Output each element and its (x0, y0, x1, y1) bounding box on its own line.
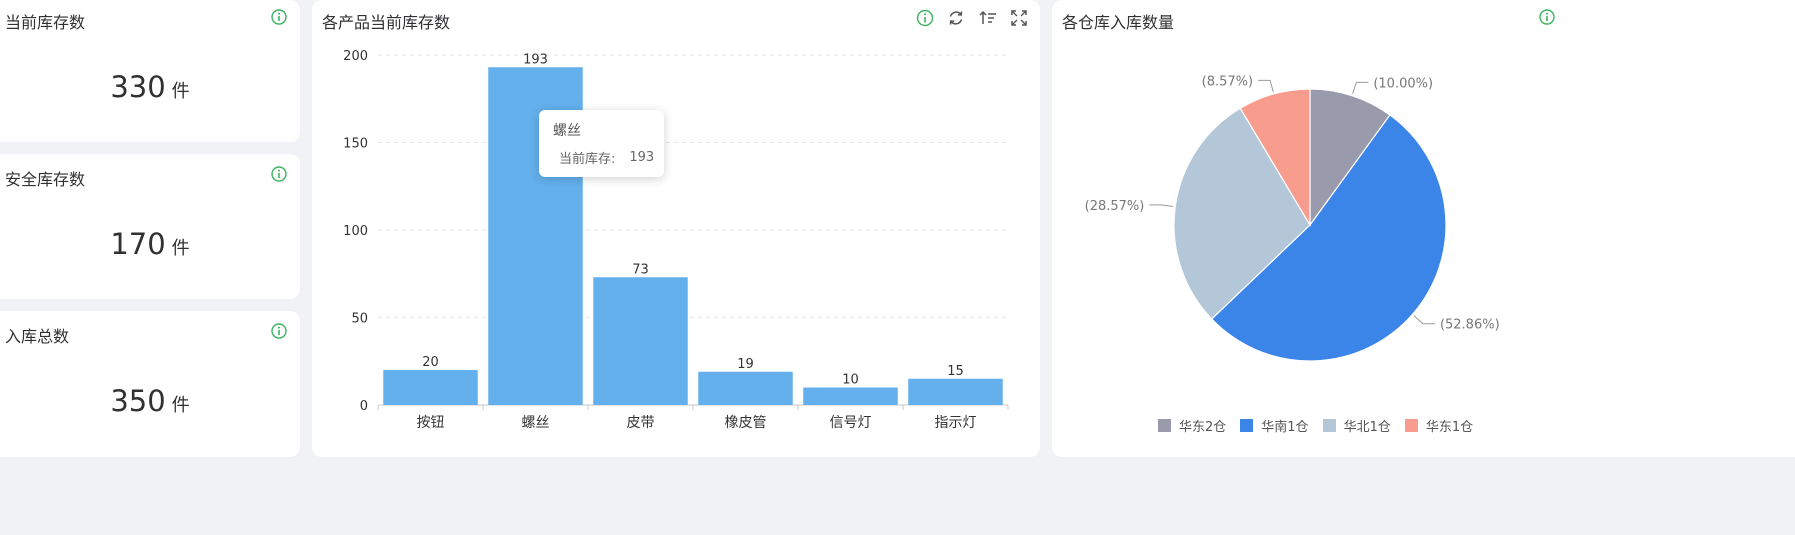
fullscreen-icon[interactable] (1009, 8, 1029, 28)
bar-chart: 0 50 100 150 200 20 按钮 193 螺丝 73 皮带 19 橡皮管 10 信号灯 15 指示灯 (343, 49, 1009, 431)
pie-label-line (1352, 81, 1369, 94)
bar-data-label: 193 (523, 52, 548, 67)
x-tick-label: 螺丝 (522, 415, 550, 431)
bar (383, 370, 478, 405)
legend-item[interactable]: 华东1仓 (1404, 416, 1474, 435)
stat-unit: 件 (171, 238, 190, 259)
bar-data-label: 19 (737, 357, 754, 372)
sort-icon[interactable] (978, 8, 998, 28)
legend-swatch (1404, 419, 1418, 432)
pie-chart: (10.00%) (52.86%) (28.57%) (8.57%) (1085, 74, 1500, 362)
stat-value: 170 件 (0, 227, 300, 261)
bar-tooltip: 螺丝 当前库存: 193 (539, 110, 664, 177)
y-tick-label: 50 (351, 312, 368, 327)
x-tick-label: 按钮 (417, 415, 445, 431)
legend-label: 华北1仓 (1343, 420, 1391, 435)
legend-label: 华东1仓 (1425, 420, 1474, 435)
bar-chart-panel: 各产品当前库存数 0 50 100 150 200 20 按钮 193 螺丝 73 皮带 19 橡皮管 1… (312, 0, 1040, 457)
bar (908, 378, 1003, 405)
pie-slice-label: (8.57%) (1202, 74, 1253, 89)
refresh-icon[interactable] (946, 8, 966, 28)
stat-unit: 件 (171, 81, 190, 102)
stat-number: 330 (110, 70, 166, 104)
stat-card-title: 安全库存数 (5, 170, 86, 189)
x-tick-label: 皮带 (627, 415, 655, 431)
tooltip-series-label: 当前库存: (559, 152, 616, 167)
pie-slice-label: (52.86%) (1440, 318, 1500, 333)
pie-label-line (1149, 204, 1174, 207)
x-tick-label: 信号灯 (830, 415, 872, 431)
bar-data-label: 10 (842, 373, 859, 388)
y-tick-label: 150 (343, 137, 368, 152)
legend-swatch (1158, 419, 1171, 432)
x-tick-label: 指示灯 (935, 415, 977, 431)
stat-card-title: 入库总数 (5, 327, 70, 346)
legend-swatch (1240, 419, 1254, 432)
y-tick-label: 200 (343, 49, 368, 64)
info-icon[interactable] (270, 8, 288, 26)
stat-card-safety-stock: 安全库存数 170 件 (0, 154, 300, 299)
info-icon[interactable] (270, 322, 288, 340)
stat-card-inbound-total: 入库总数 350 件 (0, 311, 300, 457)
bar-data-label: 73 (632, 262, 649, 277)
tooltip-row: 当前库存: 193 (553, 148, 654, 167)
y-tick-label: 0 (360, 399, 368, 414)
stat-value: 350 件 (0, 384, 300, 418)
pie-chart-panel: 各仓库入库数量 (10.00%) (52.86%) (28.57%) (8.57%) … (1052, 0, 1795, 457)
pie-label-line (1258, 79, 1274, 93)
legend-label: 华东2仓 (1179, 420, 1227, 435)
tooltip-category: 螺丝 (553, 123, 581, 139)
bar (803, 387, 898, 405)
stat-value: 330 件 (0, 70, 300, 104)
stat-number: 350 (110, 384, 166, 418)
tooltip-value: 193 (629, 150, 655, 165)
legend-item[interactable]: 华东2仓 (1158, 416, 1226, 435)
info-icon[interactable] (270, 165, 288, 183)
bar (698, 371, 793, 405)
legend-swatch (1322, 419, 1336, 432)
legend-label: 华南1仓 (1261, 420, 1309, 435)
stat-unit: 件 (171, 395, 190, 416)
bar (593, 277, 688, 405)
stat-number: 170 (110, 227, 166, 261)
legend-item[interactable]: 华北1仓 (1322, 416, 1391, 435)
stat-card-current-stock: 当前库存数 330 件 (0, 0, 300, 142)
bar-data-label: 15 (947, 364, 964, 379)
info-icon[interactable] (915, 8, 935, 28)
x-tick-label: 橡皮管 (725, 415, 767, 431)
stat-card-title: 当前库存数 (5, 13, 86, 32)
pie-legend: 华东2仓 华南1仓 华北1仓 华东1仓 (1158, 416, 1473, 435)
bar-chart-title: 各产品当前库存数 (322, 13, 451, 32)
pie-slice-label: (28.57%) (1085, 199, 1145, 214)
bar-data-label: 20 (422, 355, 439, 370)
pie-label-line (1413, 315, 1435, 325)
legend-item[interactable]: 华南1仓 (1240, 416, 1309, 435)
y-tick-label: 100 (343, 224, 368, 239)
pie-slice-label: (10.00%) (1373, 76, 1433, 91)
